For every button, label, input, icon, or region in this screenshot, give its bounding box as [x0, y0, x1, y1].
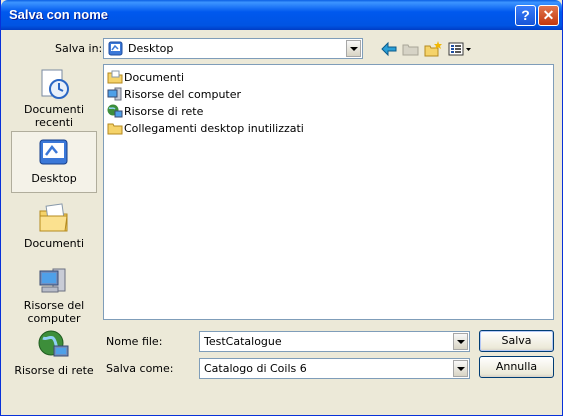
cancel-button[interactable]: Annulla — [479, 356, 554, 378]
file-name: Risorse di rete — [124, 105, 204, 118]
folder-documents-icon — [107, 70, 123, 84]
desktop-icon — [108, 41, 123, 56]
my-computer-icon — [39, 268, 66, 293]
title-bar[interactable]: Salva con nome ? ✕ — [1, 0, 562, 30]
place-label: Documenti recenti — [23, 103, 85, 129]
file-name: Collegamenti desktop inutilizzati — [124, 122, 304, 135]
documents-icon — [39, 203, 68, 232]
new-folder-icon[interactable] — [423, 40, 443, 58]
help-icon: ? — [521, 7, 530, 23]
place-label: Risorse del computer — [23, 299, 85, 325]
computer-icon — [107, 87, 122, 101]
save-button[interactable]: Salva — [479, 330, 554, 352]
filename-label: Nome file: — [106, 335, 163, 348]
filetype-dropdown[interactable]: Catalogo di Coils 6 — [199, 358, 470, 379]
up-folder-icon[interactable] — [401, 40, 421, 58]
file-name: Risorse del computer — [124, 88, 242, 101]
save-in-dropdown[interactable]: Desktop — [103, 38, 363, 59]
window-title: Salva con nome — [9, 7, 108, 22]
desktop-icon — [39, 139, 68, 165]
file-list[interactable]: Documenti Risorse del computer Risorse d… — [103, 64, 554, 320]
close-icon: ✕ — [542, 7, 555, 23]
places-bar: Documenti recenti Desktop Documenti Riso… — [11, 63, 97, 381]
help-button[interactable]: ? — [515, 5, 536, 26]
place-recent-documents[interactable]: Documenti recenti — [11, 67, 97, 129]
place-label: Desktop — [31, 172, 77, 185]
close-button[interactable]: ✕ — [538, 5, 559, 26]
place-label: Risorse di rete — [14, 364, 94, 377]
save-as-dialog: Salva con nome ? ✕ Salva in: Desktop Doc… — [0, 0, 563, 416]
chevron-down-icon[interactable] — [453, 333, 468, 350]
back-arrow-icon[interactable] — [379, 40, 399, 58]
recent-documents-icon — [41, 69, 69, 99]
file-name: Documenti — [124, 71, 185, 84]
view-menu-icon[interactable] — [447, 40, 473, 58]
network-icon — [38, 330, 69, 357]
place-my-computer[interactable]: Risorse del computer — [11, 263, 97, 325]
filetype-label: Salva come: — [106, 362, 174, 375]
save-in-value: Desktop — [128, 42, 174, 55]
filetype-value: Catalogo di Coils 6 — [204, 362, 307, 375]
save-in-label: Salva in: — [55, 42, 103, 55]
network-icon — [107, 104, 123, 118]
chevron-down-icon[interactable] — [346, 40, 361, 57]
place-documents[interactable]: Documenti — [11, 201, 97, 257]
folder-icon — [107, 123, 123, 135]
place-desktop[interactable]: Desktop — [11, 131, 97, 193]
chevron-down-icon[interactable] — [453, 360, 468, 377]
place-network[interactable]: Risorse di rete — [11, 328, 97, 378]
place-label: Documenti — [23, 237, 85, 250]
filename-input[interactable]: TestCatalogue — [199, 331, 470, 352]
filename-value: TestCatalogue — [204, 335, 282, 348]
